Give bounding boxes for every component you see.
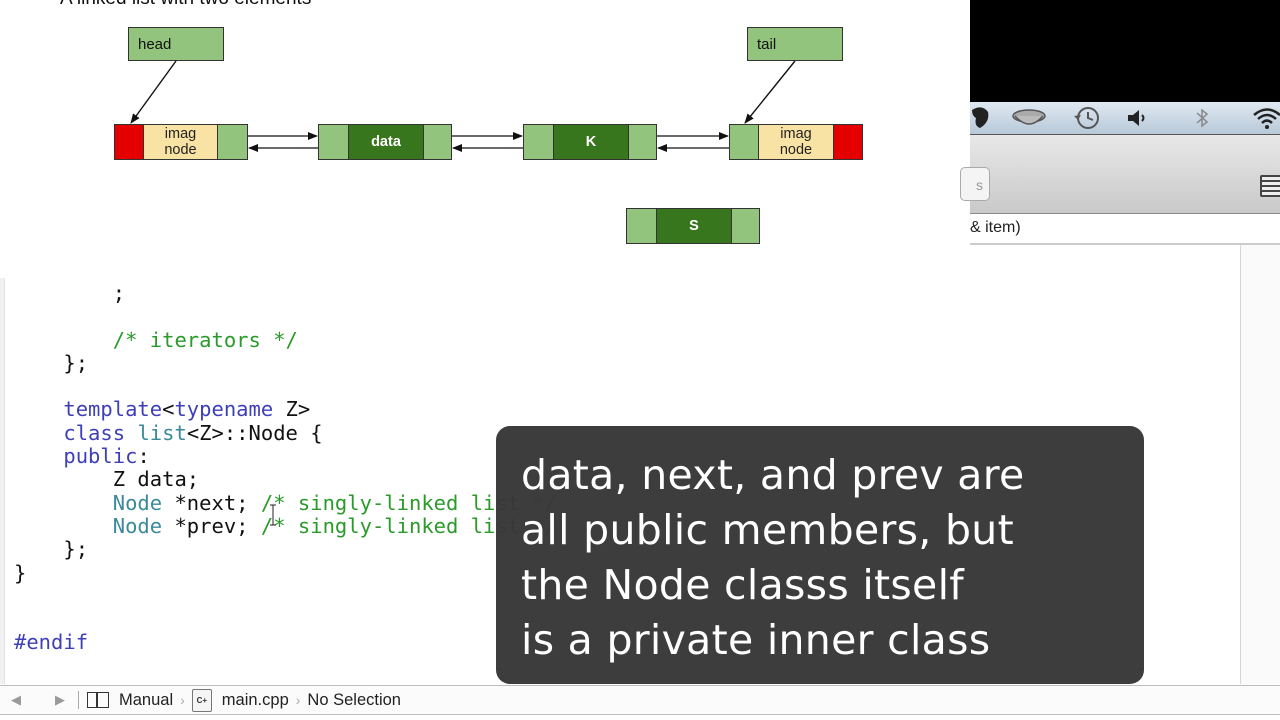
code-token: } bbox=[14, 560, 27, 585]
cpp-file-icon: C+ bbox=[191, 688, 212, 712]
coffee-cup-icon[interactable] bbox=[1010, 106, 1050, 130]
code-token: *next; bbox=[162, 490, 261, 515]
code-line[interactable]: #endif bbox=[14, 631, 557, 654]
volume-icon[interactable] bbox=[1125, 106, 1151, 130]
code-token: Node bbox=[112, 490, 163, 515]
code-token: Z> bbox=[273, 397, 311, 422]
breadcrumb-chevron-icon: › bbox=[180, 692, 185, 708]
code-line[interactable]: Node *next; /* singly-linked list */ bbox=[14, 490, 557, 515]
code-token: Node bbox=[112, 513, 163, 538]
forward-arrow-icon[interactable]: ▶ bbox=[48, 692, 72, 708]
head-arrow bbox=[130, 60, 177, 124]
caption-line: all public members, but bbox=[521, 506, 1014, 554]
breadcrumb-chevron-icon: › bbox=[295, 692, 301, 708]
back-arrow-icon[interactable]: ◀ bbox=[4, 692, 28, 708]
breadcrumb-selection[interactable]: No Selection bbox=[307, 691, 401, 710]
code-token: public bbox=[63, 444, 138, 469]
breadcrumb-file-label: main.cpp bbox=[221, 690, 289, 709]
code-token: ; bbox=[14, 281, 126, 305]
code-token: #endif bbox=[14, 630, 89, 655]
text-cursor-icon bbox=[270, 504, 276, 526]
code-line[interactable]: Z data; bbox=[14, 468, 557, 491]
list-view-icon[interactable] bbox=[1260, 175, 1280, 197]
code-line[interactable]: ; bbox=[14, 281, 557, 305]
code-line[interactable] bbox=[14, 608, 557, 631]
mac-menubar bbox=[970, 102, 1280, 135]
video-caption: data, next, and prev are all public memb… bbox=[496, 426, 1144, 684]
time-machine-icon[interactable] bbox=[1070, 106, 1104, 130]
code-line[interactable]: }; bbox=[14, 350, 557, 375]
code-line[interactable]: } bbox=[14, 560, 557, 585]
code-token: < bbox=[162, 397, 175, 422]
doc-header-text: & item) bbox=[970, 219, 1021, 236]
video-letterbox bbox=[970, 0, 1280, 102]
code-token: typename bbox=[174, 397, 274, 422]
jumpbar-divider bbox=[78, 691, 79, 709]
caption-line: is a private inner class bbox=[521, 616, 991, 664]
code-line[interactable]: public: bbox=[14, 444, 557, 469]
documentation-header: & item) bbox=[970, 214, 1280, 245]
toolbar-button[interactable]: s bbox=[960, 167, 990, 201]
linked-list-diagram: A linked list with two elements head tai… bbox=[0, 0, 970, 278]
code-line[interactable]: Node *prev; /* singly-linked list */ bbox=[14, 513, 557, 538]
split-view-icon bbox=[87, 692, 109, 708]
code-token: : bbox=[137, 444, 150, 469]
code-line[interactable] bbox=[14, 585, 557, 608]
code-line[interactable]: }; bbox=[14, 538, 557, 561]
breadcrumb-group-label: Manual bbox=[119, 690, 174, 709]
code-token: }; bbox=[14, 350, 89, 375]
code-line[interactable] bbox=[14, 305, 557, 328]
wifi-icon[interactable] bbox=[1252, 106, 1280, 130]
code-line[interactable]: template<typename Z> bbox=[14, 398, 557, 421]
breadcrumb-group[interactable]: Manual bbox=[87, 691, 173, 710]
code-token: <Z>::Node { bbox=[186, 420, 323, 445]
code-line[interactable]: /* iterators */ bbox=[14, 327, 557, 352]
jump-bar: ◀ ▶ Manual › C+ main.cpp › No Selection bbox=[0, 685, 1280, 715]
caption-line: the Node classs itself bbox=[521, 561, 965, 609]
right-panel-strip bbox=[1241, 244, 1280, 684]
code-token: template bbox=[63, 397, 163, 422]
tail-arrow bbox=[744, 60, 796, 124]
code-token: Z data; bbox=[14, 467, 200, 492]
source-code[interactable]: ; /* iterators */ }; template<typename Z… bbox=[14, 281, 557, 655]
code-token: /* iterators */ bbox=[112, 327, 298, 352]
xcode-toolbar: s bbox=[960, 135, 1280, 214]
code-line[interactable] bbox=[14, 375, 557, 398]
code-token: }; bbox=[14, 537, 89, 562]
evernote-icon[interactable] bbox=[970, 106, 992, 130]
caption-line: data, next, and prev are bbox=[521, 451, 1025, 499]
bluetooth-icon[interactable] bbox=[1192, 106, 1212, 130]
diagram-arrows bbox=[130, 60, 796, 152]
breadcrumb-file[interactable]: C+ main.cpp bbox=[191, 688, 289, 712]
code-token: list bbox=[137, 420, 187, 445]
breadcrumb-selection-label: No Selection bbox=[307, 690, 401, 709]
code-token: *prev; bbox=[162, 513, 261, 538]
code-token: class bbox=[63, 420, 126, 445]
code-line[interactable]: class list<Z>::Node { bbox=[14, 420, 557, 445]
